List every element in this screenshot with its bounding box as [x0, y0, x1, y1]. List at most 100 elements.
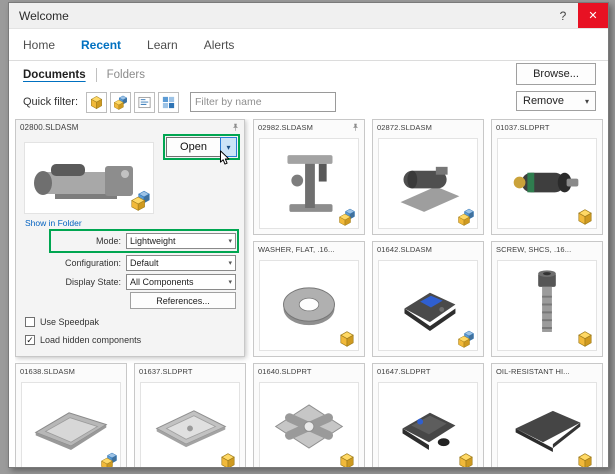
tile-01647[interactable]: 01647.SLDPRT — [372, 363, 484, 467]
tile-02872[interactable]: 02872.SLDASM — [372, 119, 484, 235]
tile-name: 02800.SLDASM — [20, 123, 79, 132]
mode-select[interactable]: Lightweight ▾ — [126, 233, 236, 249]
assembly-badge-icon — [338, 208, 356, 226]
part-badge-icon — [576, 452, 594, 467]
tile-thumbnail — [24, 142, 154, 214]
tile-thumbnail — [497, 260, 597, 351]
title-bar: Welcome ? ✕ — [9, 3, 608, 29]
recent-documents-grid: 02800.SLDASM Open ▾ Show in Folder — [15, 119, 607, 467]
tile-01037[interactable]: 01037.SLDPRT — [491, 119, 603, 235]
divider — [96, 68, 97, 82]
close-button[interactable]: ✕ — [578, 3, 608, 28]
tile-thumbnail — [378, 382, 478, 467]
load-hidden-label: Load hidden components — [40, 335, 141, 345]
pin-icon[interactable] — [231, 123, 240, 132]
drawing-icon — [137, 95, 152, 110]
configuration-select[interactable]: Default ▾ — [126, 255, 236, 271]
tile-name: 01647.SLDPRT — [377, 367, 431, 376]
mouse-cursor-icon — [219, 150, 230, 167]
tile-name: SCREW, SHCS, .16... — [496, 245, 571, 254]
tile-name: 02982.SLDASM — [258, 123, 313, 132]
tile-thumbnail — [259, 138, 359, 229]
mode-row: Mode: Lightweight ▾ — [52, 232, 236, 250]
filter-assemblies-button[interactable] — [110, 92, 131, 113]
mode-label: Mode: — [52, 236, 126, 246]
tab-home[interactable]: Home — [23, 38, 55, 52]
tile-thumbnail — [378, 138, 478, 229]
filter-top-level-button[interactable] — [158, 92, 179, 113]
open-button[interactable]: Open — [166, 137, 220, 157]
quick-filter-label: Quick filter: — [23, 96, 78, 108]
use-speedpak-checkbox[interactable] — [25, 317, 35, 327]
tile-name: 02872.SLDASM — [377, 123, 432, 132]
filter-by-name-input[interactable] — [190, 92, 336, 112]
tile-thumbnail — [378, 260, 478, 351]
display-state-row: Display State: All Components ▾ — [22, 273, 236, 291]
load-hidden-checkbox[interactable]: ✓ — [25, 335, 35, 345]
tile-01642[interactable]: 01642.SLDASM — [372, 241, 484, 357]
tile-thumbnail — [497, 138, 597, 229]
tile-thumbnail — [259, 382, 359, 467]
tab-recent[interactable]: Recent — [81, 38, 121, 52]
assembly-badge-icon — [457, 208, 475, 226]
part-badge-icon — [457, 452, 475, 467]
assembly-icon — [113, 95, 128, 110]
tile-oil-resistant[interactable]: OIL-RESISTANT HI... — [491, 363, 603, 467]
part-badge-icon — [338, 330, 356, 348]
display-state-select[interactable]: All Components ▾ — [126, 274, 236, 290]
browse-button[interactable]: Browse... — [516, 63, 596, 85]
remove-label: Remove — [523, 95, 564, 107]
tile-thumbnail — [497, 382, 597, 467]
top-level-icon — [161, 95, 176, 110]
part-icon — [89, 95, 104, 110]
tile-name: WASHER, FLAT, .16... — [258, 245, 335, 254]
references-button[interactable]: References... — [130, 292, 236, 309]
subtab-folders[interactable]: Folders — [107, 69, 145, 81]
subtab-row: Documents Folders — [23, 65, 145, 85]
load-hidden-checkbox-row[interactable]: ✓ Load hidden components — [25, 335, 141, 345]
tile-name: 01638.SLDASM — [20, 367, 75, 376]
part-badge-icon — [219, 452, 237, 467]
tile-thumbnail — [140, 382, 240, 467]
subtab-documents[interactable]: Documents — [23, 69, 86, 81]
window-title: Welcome — [19, 9, 548, 23]
pin-icon[interactable] — [351, 123, 360, 132]
dropdown-arrow-icon: ▾ — [585, 97, 589, 106]
use-speedpak-label: Use Speedpak — [40, 317, 99, 327]
tab-bar: Home Recent Learn Alerts — [9, 29, 608, 61]
tab-learn[interactable]: Learn — [147, 38, 178, 52]
part-badge-icon — [576, 330, 594, 348]
tab-alerts[interactable]: Alerts — [204, 38, 235, 52]
filter-parts-button[interactable] — [86, 92, 107, 113]
tile-washer[interactable]: WASHER, FLAT, .16... — [253, 241, 365, 357]
display-state-label: Display State: — [22, 277, 126, 287]
tile-name: 01642.SLDASM — [377, 245, 432, 254]
tile-name: 01637.SLDPRT — [139, 367, 193, 376]
tile-thumbnail — [21, 382, 121, 467]
help-button[interactable]: ? — [548, 3, 578, 28]
filter-drawings-button[interactable] — [134, 92, 155, 113]
tile-name: OIL-RESISTANT HI... — [496, 367, 570, 376]
remove-button[interactable]: Remove ▾ — [516, 91, 596, 111]
dropdown-arrow-icon: ▾ — [228, 237, 232, 245]
tile-01637[interactable]: 01637.SLDPRT — [134, 363, 246, 467]
use-speedpak-checkbox-row[interactable]: Use Speedpak — [25, 317, 99, 327]
tile-thumbnail — [259, 260, 359, 351]
tile-02982[interactable]: 02982.SLDASM — [253, 119, 365, 235]
expanded-tile-02800[interactable]: 02800.SLDASM Open ▾ Show in Folder — [15, 119, 245, 357]
configuration-row: Configuration: Default ▾ — [22, 254, 236, 272]
part-badge-icon — [576, 208, 594, 226]
assembly-badge-icon — [457, 330, 475, 348]
welcome-dialog: Welcome ? ✕ Home Recent Learn Alerts Doc… — [8, 2, 609, 468]
part-badge-icon — [338, 452, 356, 467]
dropdown-arrow-icon: ▾ — [228, 278, 232, 286]
tile-screw[interactable]: SCREW, SHCS, .16... — [491, 241, 603, 357]
tile-name: 01037.SLDPRT — [496, 123, 550, 132]
tile-01638[interactable]: 01638.SLDASM — [15, 363, 127, 467]
quick-filter-row: Quick filter: — [23, 91, 336, 113]
dropdown-arrow-icon: ▾ — [228, 259, 232, 267]
show-in-folder-link[interactable]: Show in Folder — [25, 218, 82, 228]
tile-01640[interactable]: 01640.SLDPRT — [253, 363, 365, 467]
assembly-badge-icon — [100, 452, 118, 467]
configuration-label: Configuration: — [22, 258, 126, 268]
